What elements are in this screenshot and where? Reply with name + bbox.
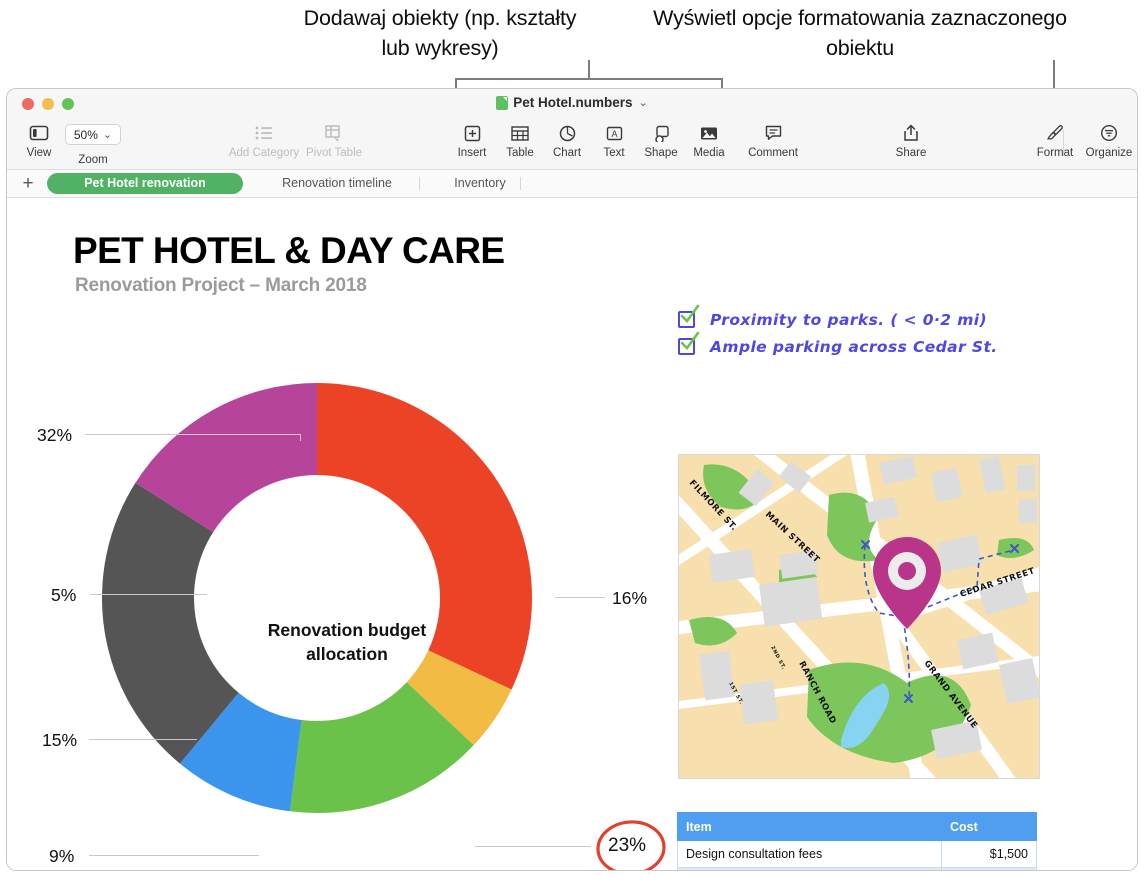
toolbar-table-label: Table — [506, 147, 534, 159]
toolbar-organize-label: Organize — [1085, 147, 1133, 159]
chevron-down-icon: ⌄ — [102, 129, 113, 141]
toolbar-chart-label: Chart — [552, 147, 582, 159]
donut-leader-line — [89, 855, 259, 856]
organize-icon — [1100, 120, 1118, 146]
map-graphic: FILMORE ST. MAIN STREET CEDAR STREET GRA… — [679, 455, 1039, 778]
donut-leader-line — [300, 434, 301, 441]
toolbar-media-label: Media — [693, 147, 725, 159]
insert-icon — [464, 120, 481, 146]
callout-annotations: Dodawaj obiekty (np. kształty lub wykres… — [0, 0, 1144, 95]
checkmark-icon — [680, 304, 700, 323]
toolbar-add-category-label: Add Category — [228, 147, 300, 159]
chevron-down-icon[interactable]: ⌄ — [639, 96, 648, 109]
toolbar-pivot-table-button[interactable]: Pivot Table — [295, 120, 373, 159]
cost-table[interactable]: Item Cost Design consultation fees $1,500… — [677, 812, 1037, 870]
donut-value-label-design: 9% — [49, 846, 75, 866]
main-toolbar: View 50% ⌄ Zoom Add Category Pivot Table… — [7, 118, 1137, 170]
share-icon — [903, 120, 919, 146]
format-brush-icon — [1046, 120, 1064, 146]
donut-leader-line — [555, 597, 605, 598]
toolbar-comment-label: Comment — [748, 147, 798, 159]
sheet-tab-renovation-timeline[interactable]: Renovation timeline — [247, 173, 427, 194]
donut-value-label-labor: 23% — [608, 835, 647, 856]
toolbar-pivot-table-label: Pivot Table — [305, 147, 363, 159]
zoom-value: 50% — [73, 127, 98, 142]
checkmark-icon — [680, 331, 700, 350]
toolbar-comment-button[interactable]: Comment — [738, 120, 808, 159]
toolbar-media-button[interactable]: Media — [677, 120, 741, 159]
sheet-tab-bar: + Pet Hotel renovation Renovation timeli… — [7, 170, 1137, 198]
toolbar-text-label: Text — [603, 147, 625, 159]
map-image[interactable]: FILMORE ST. MAIN STREET CEDAR STREET GRA… — [678, 454, 1040, 779]
table-row[interactable]: Design consultation fees $1,500 — [677, 840, 1037, 868]
comment-icon — [765, 120, 782, 146]
toolbar-share-button[interactable]: Share — [879, 120, 943, 159]
sheet-tab-pet-hotel-renovation[interactable]: Pet Hotel renovation — [47, 173, 243, 194]
toolbar-organize-button[interactable]: Organize — [1077, 120, 1137, 159]
toolbar-zoom-label: Zoom — [78, 154, 108, 166]
toolbar-format-label: Format — [1036, 147, 1074, 159]
donut-center-label: Renovation budget allocation — [237, 618, 457, 666]
toolbar-shape-label: Shape — [644, 147, 678, 159]
numbers-document-icon — [496, 95, 509, 110]
table-cell-item[interactable]: Design consultation fees — [677, 840, 942, 868]
donut-leader-line — [85, 434, 301, 435]
sheet-tab-divider — [419, 177, 420, 190]
list-icon — [255, 120, 273, 146]
table-icon — [511, 120, 529, 146]
toolbar-insert-label: Insert — [457, 147, 487, 159]
donut-leader-line — [90, 594, 207, 595]
shape-icon — [652, 120, 670, 146]
document-title-text: Pet Hotel.numbers — [513, 95, 633, 110]
zoom-select[interactable]: 50% ⌄ — [65, 124, 121, 145]
donut-value-label-cabinetry: 32% — [37, 425, 73, 445]
checklist-item-text-1: Proximity to parks. ( < 0·2 mi) — [710, 311, 987, 329]
spreadsheet-canvas[interactable]: PET HOTEL & DAY CARE Renovation Project … — [7, 198, 1137, 870]
sidebar-icon — [29, 120, 49, 146]
table-header-row: Item Cost — [677, 812, 1037, 841]
sheet-tab-inventory[interactable]: Inventory — [425, 173, 535, 194]
donut-leader-line — [475, 846, 591, 847]
donut-value-label-fixtures: 16% — [612, 588, 648, 608]
media-icon — [700, 120, 718, 146]
add-sheet-button[interactable]: + — [15, 173, 41, 194]
sheet-tab-divider — [520, 177, 521, 190]
svg-text:A: A — [611, 129, 617, 139]
window-titlebar: Pet Hotel.numbers ⌄ — [7, 89, 1137, 118]
donut-center-line2: allocation — [306, 644, 388, 664]
page-title: PET HOTEL & DAY CARE — [73, 230, 505, 271]
callout-leader-lines — [455, 60, 1055, 95]
table-header-item[interactable]: Item — [677, 812, 942, 841]
table-cell-item[interactable]: Flooring — [677, 867, 942, 870]
table-header-cost[interactable]: Cost — [941, 812, 1037, 841]
toolbar-view-button[interactable]: View — [7, 120, 71, 159]
numbers-window: Pet Hotel.numbers ⌄ View 50% ⌄ Zoom Add … — [6, 88, 1138, 871]
donut-leader-line — [89, 739, 197, 740]
toolbar-divider — [1063, 130, 1064, 156]
document-title[interactable]: Pet Hotel.numbers ⌄ — [7, 95, 1137, 110]
donut-chart[interactable] — [37, 308, 637, 848]
table-row[interactable]: Flooring$2,650 — [677, 867, 1037, 870]
donut-center-line1: Renovation budget — [267, 620, 427, 640]
checklist-item-text-2: Ample parking across Cedar St. — [710, 338, 998, 356]
chart-icon — [559, 120, 576, 146]
donut-value-label-plumbing: 5% — [51, 585, 77, 605]
table-cell-cost[interactable]: $1,500 — [941, 840, 1037, 868]
page-subtitle: Renovation Project – March 2018 — [75, 275, 367, 296]
toolbar-view-label: View — [26, 147, 52, 159]
pivot-table-icon — [325, 120, 343, 146]
text-icon: A — [606, 120, 623, 146]
donut-value-label-flooring: 15% — [42, 730, 78, 750]
toolbar-share-label: Share — [895, 147, 927, 159]
table-cell-cost[interactable]: $2,650 — [941, 867, 1037, 870]
